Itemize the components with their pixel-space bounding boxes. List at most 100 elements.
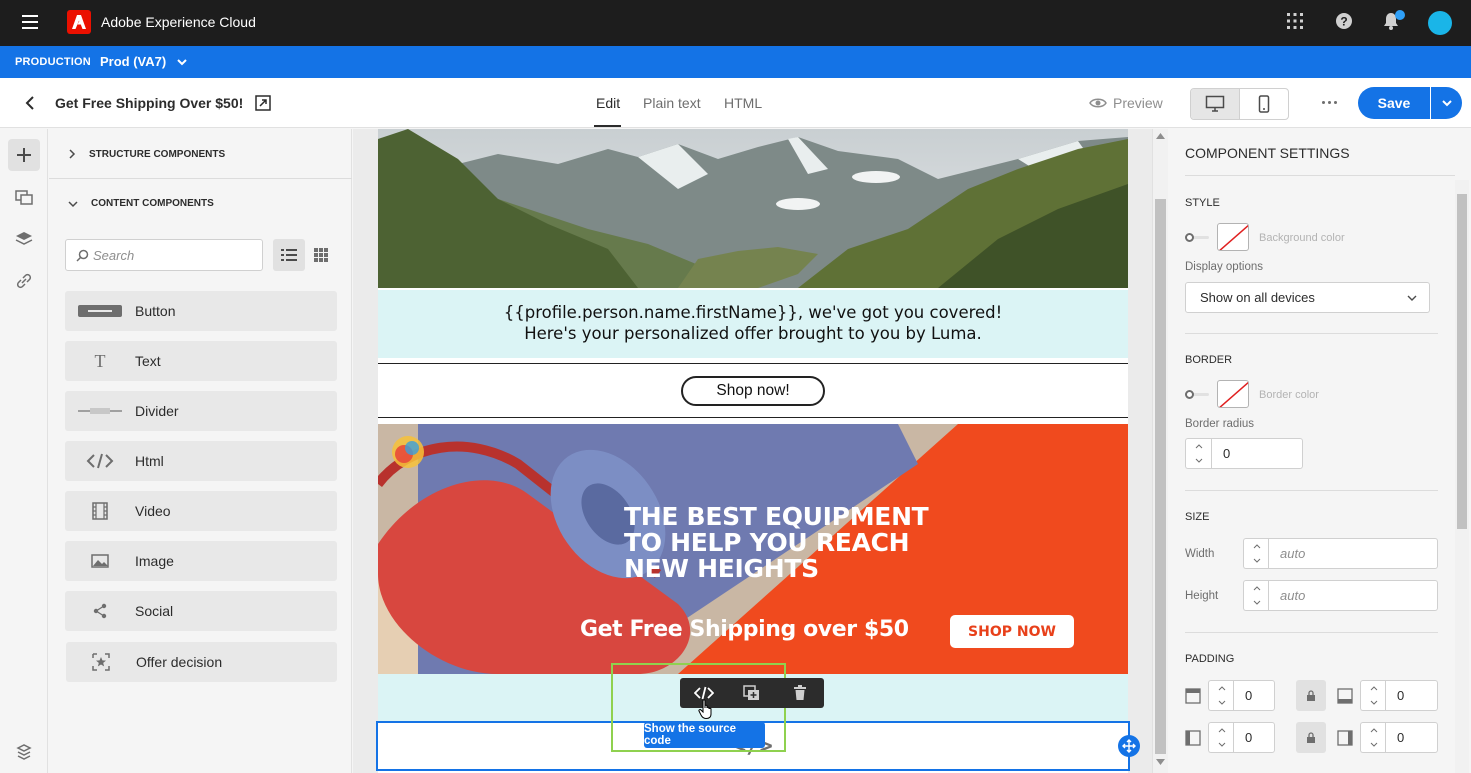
environment-bar: PRODUCTION Prod (VA7) bbox=[0, 46, 1471, 78]
display-options-value: Show on all devices bbox=[1200, 290, 1315, 305]
style-heading: STYLE bbox=[1185, 197, 1220, 209]
component-label: Image bbox=[135, 553, 174, 569]
list-view-button[interactable] bbox=[273, 239, 305, 271]
help-icon[interactable]: ? bbox=[1335, 12, 1357, 34]
lock-icon bbox=[1307, 689, 1315, 701]
environment-selector[interactable]: Prod (VA7) bbox=[100, 54, 166, 69]
border-color-swatch[interactable] bbox=[1217, 380, 1249, 408]
search-input[interactable]: Search bbox=[65, 239, 263, 271]
preview-button[interactable]: Preview bbox=[1089, 95, 1163, 111]
apps-grid-icon[interactable] bbox=[1286, 12, 1308, 34]
duplicate-button[interactable] bbox=[728, 678, 776, 708]
padding-bottom-input[interactable]: 0 bbox=[1385, 680, 1438, 711]
user-avatar[interactable] bbox=[1428, 11, 1452, 35]
chevron-down-icon[interactable] bbox=[176, 56, 188, 68]
display-options-select[interactable]: Show on all devices bbox=[1185, 282, 1430, 313]
height-stepper[interactable] bbox=[1243, 580, 1269, 611]
padding-top-input[interactable]: 0 bbox=[1233, 680, 1275, 711]
settings-title: COMPONENT SETTINGS bbox=[1185, 145, 1350, 161]
email-canvas[interactable]: {{profile.person.name.firstName}}, we've… bbox=[353, 129, 1152, 773]
padding-left-input[interactable]: 0 bbox=[1233, 722, 1275, 753]
top-bar: Adobe Experience Cloud ? bbox=[0, 0, 1471, 46]
height-input[interactable]: auto bbox=[1268, 580, 1438, 611]
assets-button[interactable] bbox=[8, 181, 40, 213]
adobe-logo[interactable] bbox=[67, 10, 91, 34]
component-label: Html bbox=[135, 453, 164, 469]
components-panel: STRUCTURE COMPONENTS CONTENT COMPONENTS … bbox=[49, 129, 352, 773]
border-radius-input[interactable]: 0 bbox=[1211, 438, 1303, 469]
left-rail bbox=[0, 129, 48, 773]
border-heading: BORDER bbox=[1185, 354, 1233, 366]
save-options-button[interactable] bbox=[1431, 87, 1462, 119]
structure-components-section[interactable]: STRUCTURE COMPONENTS bbox=[67, 148, 225, 160]
move-handle[interactable] bbox=[1118, 735, 1140, 757]
code-icon bbox=[694, 686, 714, 700]
delete-button[interactable] bbox=[776, 678, 824, 708]
shop-now-button[interactable]: Shop now! bbox=[681, 376, 825, 406]
search-icon bbox=[76, 249, 89, 262]
component-social[interactable]: Social bbox=[65, 591, 337, 631]
links-button[interactable] bbox=[8, 265, 40, 297]
hamburger-menu-icon[interactable] bbox=[22, 15, 38, 29]
add-components-button[interactable] bbox=[8, 139, 40, 171]
component-button[interactable]: Button bbox=[65, 291, 337, 331]
settings-divider bbox=[1185, 490, 1438, 491]
width-stepper[interactable] bbox=[1243, 538, 1269, 569]
more-options-icon[interactable] bbox=[1322, 101, 1337, 104]
structure-components-label: STRUCTURE COMPONENTS bbox=[89, 148, 226, 160]
personalization-button[interactable] bbox=[8, 735, 40, 767]
greeting-line-1: {{profile.person.name.firstName}}, we've… bbox=[503, 303, 1003, 322]
component-text[interactable]: T Text bbox=[65, 341, 337, 381]
component-settings-panel: COMPONENT SETTINGS STYLE Background colo… bbox=[1169, 129, 1471, 773]
notification-badge bbox=[1395, 10, 1405, 20]
hero-mountain-image[interactable] bbox=[378, 129, 1128, 288]
background-color-swatch[interactable] bbox=[1217, 223, 1249, 251]
component-html[interactable]: Html bbox=[65, 441, 337, 481]
content-components-label: CONTENT COMPONENTS bbox=[91, 198, 214, 209]
padding-heading: PADDING bbox=[1185, 653, 1235, 665]
settings-scrollbar-thumb[interactable] bbox=[1457, 194, 1467, 529]
banner-line-2: TO HELP YOU REACH bbox=[624, 528, 910, 557]
tab-html[interactable]: HTML bbox=[724, 95, 762, 111]
padding-left-stepper[interactable] bbox=[1208, 722, 1234, 753]
padding-bottom-stepper[interactable] bbox=[1360, 680, 1386, 711]
equipment-banner-image[interactable]: THE BEST EQUIPMENT TO HELP YOU REACH NEW… bbox=[378, 424, 1128, 674]
padding-right-stepper[interactable] bbox=[1360, 722, 1386, 753]
component-offer-decision[interactable]: Offer decision bbox=[66, 642, 337, 682]
desktop-view-button[interactable] bbox=[1191, 89, 1240, 119]
back-arrow-icon[interactable] bbox=[22, 95, 38, 111]
padding-top-stepper[interactable] bbox=[1208, 680, 1234, 711]
greeting-text-block[interactable]: {{profile.person.name.firstName}}, we've… bbox=[378, 290, 1128, 358]
component-divider[interactable]: Divider bbox=[65, 391, 337, 431]
svg-text:?: ? bbox=[1340, 15, 1347, 29]
banner-shop-now[interactable]: SHOP NOW bbox=[950, 615, 1074, 648]
scroll-down-arrow-icon[interactable] bbox=[1156, 759, 1165, 765]
layers-button[interactable] bbox=[8, 223, 40, 255]
canvas-scrollbar[interactable] bbox=[1152, 129, 1168, 773]
tab-edit[interactable]: Edit bbox=[596, 95, 620, 111]
padding-lock-button[interactable] bbox=[1296, 680, 1326, 711]
scroll-up-arrow-icon[interactable] bbox=[1156, 133, 1165, 139]
border-radius-label: Border radius bbox=[1185, 418, 1255, 430]
mobile-view-button[interactable] bbox=[1240, 89, 1288, 119]
settings-scrollbar[interactable] bbox=[1455, 180, 1469, 773]
border-radius-stepper[interactable] bbox=[1185, 438, 1211, 469]
padding-lock-button[interactable] bbox=[1296, 722, 1326, 753]
component-video[interactable]: Video bbox=[65, 491, 337, 531]
greeting-line-2: Here's your personalized offer brought t… bbox=[524, 324, 982, 343]
padding-right-input[interactable]: 0 bbox=[1385, 722, 1438, 753]
content-components-section[interactable]: CONTENT COMPONENTS bbox=[67, 198, 214, 209]
canvas-scrollbar-thumb[interactable] bbox=[1155, 199, 1166, 754]
search-placeholder: Search bbox=[93, 247, 135, 263]
width-input[interactable]: auto bbox=[1268, 538, 1438, 569]
tab-plain-text[interactable]: Plain text bbox=[643, 95, 701, 111]
share-icon bbox=[65, 603, 135, 619]
open-properties-icon[interactable] bbox=[254, 94, 272, 112]
grid-view-button[interactable] bbox=[307, 239, 335, 271]
save-button[interactable]: Save bbox=[1358, 87, 1430, 119]
component-image[interactable]: Image bbox=[65, 541, 337, 581]
banner-shipping-text: Get Free Shipping over $50 bbox=[580, 617, 909, 642]
border-color-toggle[interactable] bbox=[1185, 390, 1209, 399]
background-color-toggle[interactable] bbox=[1185, 233, 1209, 242]
divider-line bbox=[378, 417, 1128, 418]
